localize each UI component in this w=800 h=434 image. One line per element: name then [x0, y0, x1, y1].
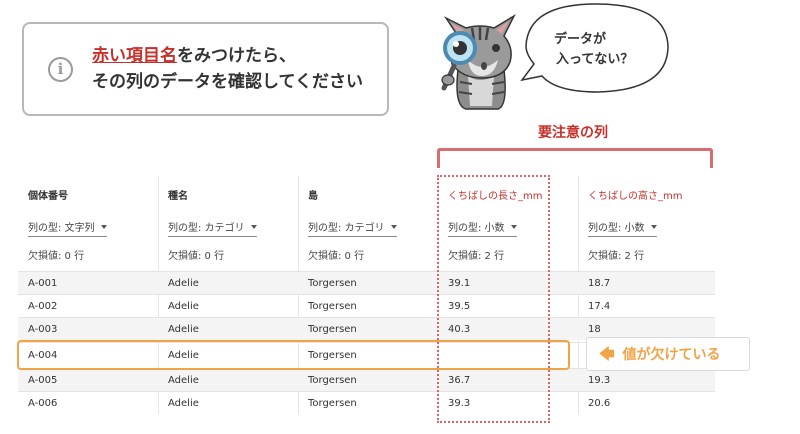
- bubble-text: データが 入ってない？: [554, 30, 633, 70]
- cat-magnifier-illustration: [441, 14, 516, 110]
- column-type-select[interactable]: 列の型: カテゴリ: [308, 219, 397, 237]
- missing-count: 欠損値: 0 行: [308, 250, 365, 262]
- table-cell: Torgersen: [308, 300, 357, 312]
- arrow-left-icon: 🡄: [599, 344, 615, 363]
- table-cell: 18.7: [588, 277, 611, 289]
- callout-text: 値が欠けている: [622, 347, 721, 363]
- bubble-line2: 入ってない？: [556, 52, 634, 67]
- caret-down-icon: [100, 224, 107, 229]
- table-row[interactable]: A-002 Adelie Torgersen 39.5 17.4: [18, 294, 715, 317]
- table-row[interactable]: A-001 Adelie Torgersen 39.1 18.7: [18, 271, 715, 294]
- column-type-select[interactable]: 列の型: カテゴリ: [168, 219, 257, 237]
- table-row[interactable]: A-006 Adelie Torgersen 39.3 20.6: [18, 391, 715, 414]
- type-row: 列の型: 文字列 列の型: カテゴリ 列の型: カテゴリ 列の型: 小数 列の型…: [18, 216, 715, 240]
- instruction-text: 赤い項目名をみつけたら、 その列のデータを確認してください: [92, 43, 363, 95]
- caret-down-icon: [650, 224, 657, 229]
- table-cell: A-003: [28, 323, 58, 335]
- table-cell: A-006: [28, 397, 58, 409]
- table-cell: Torgersen: [308, 323, 357, 335]
- table-cell: 19.3: [588, 374, 611, 386]
- missing-count: 欠損値: 0 行: [28, 250, 85, 262]
- column-type-select[interactable]: 列の型: 文字列: [28, 219, 107, 237]
- table-cell: Torgersen: [308, 397, 357, 409]
- column-header-warning[interactable]: くちばしの高さ_mm: [578, 176, 715, 212]
- column-header[interactable]: 種名: [158, 176, 298, 212]
- caution-bracket: [437, 148, 713, 168]
- missing-row-highlight: [17, 340, 570, 370]
- caret-down-icon: [250, 224, 257, 229]
- table-cell: A-002: [28, 300, 58, 312]
- instruction-box: i 赤い項目名をみつけたら、 その列のデータを確認してください: [22, 22, 389, 116]
- column-header[interactable]: 島: [298, 176, 438, 212]
- table-cell: Adelie: [168, 397, 199, 409]
- table-cell: A-005: [28, 374, 58, 386]
- instruction-line1: をみつけたら、: [177, 46, 296, 66]
- missing-value-callout: 🡄 値が欠けている: [586, 337, 750, 371]
- highlight-text: 赤い項目名: [92, 46, 177, 66]
- table-row[interactable]: A-005 Adelie Torgersen 36.7 19.3: [18, 368, 715, 391]
- table-cell: Adelie: [168, 374, 199, 386]
- caret-down-icon: [390, 224, 397, 229]
- column-type-select[interactable]: 列の型: 小数: [588, 219, 657, 237]
- table-cell: Torgersen: [308, 277, 357, 289]
- table-cell: A-001: [28, 277, 58, 289]
- missing-count: 欠損値: 2 行: [588, 250, 645, 262]
- instruction-line2: その列のデータを確認してください: [92, 72, 363, 92]
- missing-row: 欠損値: 0 行 欠損値: 0 行 欠損値: 0 行 欠損値: 2 行 欠損値:…: [18, 242, 715, 266]
- column-header[interactable]: 個体番号: [18, 176, 158, 212]
- table-cell: Torgersen: [308, 374, 357, 386]
- header-row: 個体番号 種名 島 くちばしの長さ_mm くちばしの高さ_mm: [18, 176, 715, 212]
- caution-column-highlight: [437, 175, 550, 423]
- table-cell: Adelie: [168, 300, 199, 312]
- info-circle-icon: i: [48, 57, 73, 82]
- bubble-line1: データが: [554, 32, 607, 47]
- missing-count: 欠損値: 0 行: [168, 250, 225, 262]
- table-cell: Adelie: [168, 277, 199, 289]
- table-cell: 20.6: [588, 397, 611, 409]
- table-cell: 17.4: [588, 300, 611, 312]
- table-cell: Adelie: [168, 323, 199, 335]
- caution-label: 要注意の列: [538, 125, 608, 141]
